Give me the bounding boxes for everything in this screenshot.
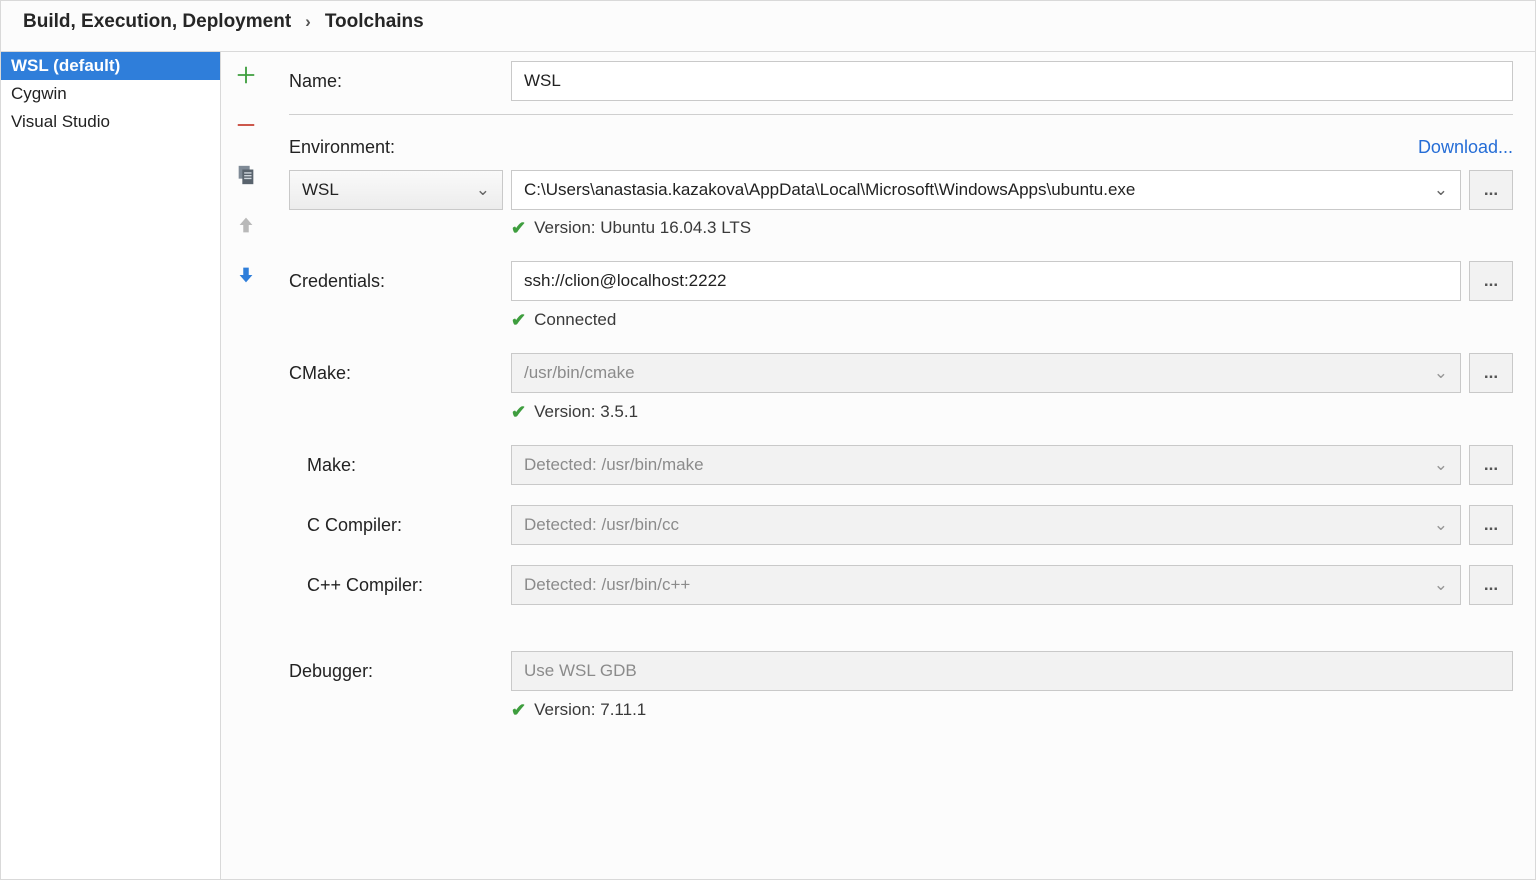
environment-path-value: C:\Users\anastasia.kazakova\AppData\Loca…	[524, 180, 1135, 200]
list-item[interactable]: WSL (default)	[1, 52, 220, 80]
environment-browse-button[interactable]: ...	[1469, 170, 1513, 210]
toolchain-form: Name: Environment: Download... WSL ⌄	[271, 51, 1535, 879]
name-input[interactable]	[511, 61, 1513, 101]
breadcrumb-leaf: Toolchains	[325, 11, 424, 33]
plus-icon	[235, 64, 257, 86]
list-item[interactable]: Visual Studio	[1, 108, 220, 136]
check-icon: ✔	[511, 701, 526, 719]
arrow-down-icon	[235, 264, 257, 286]
cmake-placeholder: /usr/bin/cmake	[524, 363, 635, 383]
make-browse-button[interactable]: ...	[1469, 445, 1513, 485]
credentials-status-text: Connected	[534, 310, 616, 330]
environment-path-select[interactable]: C:\Users\anastasia.kazakova\AppData\Loca…	[511, 170, 1461, 210]
debugger-status-text: Version: 7.11.1	[534, 700, 646, 720]
environment-type-select[interactable]: WSL ⌄	[289, 170, 503, 210]
debugger-status: ✔ Version: 7.11.1	[511, 700, 1513, 720]
move-down-button[interactable]	[229, 258, 263, 292]
name-label: Name:	[289, 71, 511, 92]
c-compiler-browse-button[interactable]: ...	[1469, 505, 1513, 545]
cxx-compiler-browse-button[interactable]: ...	[1469, 565, 1513, 605]
environment-label: Environment:	[289, 137, 395, 158]
check-icon: ✔	[511, 219, 526, 237]
add-button[interactable]	[229, 58, 263, 92]
divider	[289, 114, 1513, 115]
remove-button[interactable]	[229, 108, 263, 142]
cmake-status-text: Version: 3.5.1	[534, 402, 638, 422]
arrow-up-icon	[235, 214, 257, 236]
make-label: Make:	[289, 455, 511, 476]
cmake-label: CMake:	[289, 363, 511, 384]
credentials-input[interactable]	[511, 261, 1461, 301]
check-icon: ✔	[511, 403, 526, 421]
copy-button[interactable]	[229, 158, 263, 192]
toolchain-list[interactable]: WSL (default) Cygwin Visual Studio	[1, 51, 221, 879]
credentials-label: Credentials:	[289, 271, 511, 292]
c-compiler-label: C Compiler:	[289, 515, 511, 536]
breadcrumb-root[interactable]: Build, Execution, Deployment	[23, 11, 291, 33]
cxx-compiler-placeholder: Detected: /usr/bin/c++	[524, 575, 690, 595]
environment-status-text: Version: Ubuntu 16.04.3 LTS	[534, 218, 751, 238]
debugger-input[interactable]: Use WSL GDB	[511, 651, 1513, 691]
c-compiler-input[interactable]: Detected: /usr/bin/cc ⌄	[511, 505, 1461, 545]
minus-icon	[235, 114, 257, 136]
list-item[interactable]: Cygwin	[1, 80, 220, 108]
make-input[interactable]: Detected: /usr/bin/make ⌄	[511, 445, 1461, 485]
move-up-button[interactable]	[229, 208, 263, 242]
credentials-status: ✔ Connected	[511, 310, 1513, 330]
chevron-down-icon: ⌄	[1434, 363, 1448, 383]
cmake-status: ✔ Version: 3.5.1	[511, 402, 1513, 422]
chevron-down-icon: ⌄	[476, 180, 490, 200]
download-link[interactable]: Download...	[1418, 137, 1513, 158]
c-compiler-placeholder: Detected: /usr/bin/cc	[524, 515, 679, 535]
chevron-down-icon: ⌄	[1434, 575, 1448, 595]
cxx-compiler-label: C++ Compiler:	[289, 575, 511, 596]
cmake-browse-button[interactable]: ...	[1469, 353, 1513, 393]
breadcrumb: Build, Execution, Deployment › Toolchain…	[1, 1, 1535, 51]
list-toolbar	[221, 51, 271, 879]
chevron-down-icon: ⌄	[1434, 455, 1448, 475]
chevron-down-icon: ⌄	[1434, 515, 1448, 535]
make-placeholder: Detected: /usr/bin/make	[524, 455, 704, 475]
debugger-label: Debugger:	[289, 661, 511, 682]
copy-icon	[235, 164, 257, 186]
environment-status: ✔ Version: Ubuntu 16.04.3 LTS	[511, 218, 1513, 238]
chevron-right-icon: ›	[305, 12, 311, 32]
check-icon: ✔	[511, 311, 526, 329]
chevron-down-icon: ⌄	[1434, 180, 1448, 200]
environment-type-value: WSL	[302, 180, 339, 200]
credentials-browse-button[interactable]: ...	[1469, 261, 1513, 301]
cxx-compiler-input[interactable]: Detected: /usr/bin/c++ ⌄	[511, 565, 1461, 605]
debugger-placeholder: Use WSL GDB	[524, 661, 637, 681]
cmake-input[interactable]: /usr/bin/cmake ⌄	[511, 353, 1461, 393]
